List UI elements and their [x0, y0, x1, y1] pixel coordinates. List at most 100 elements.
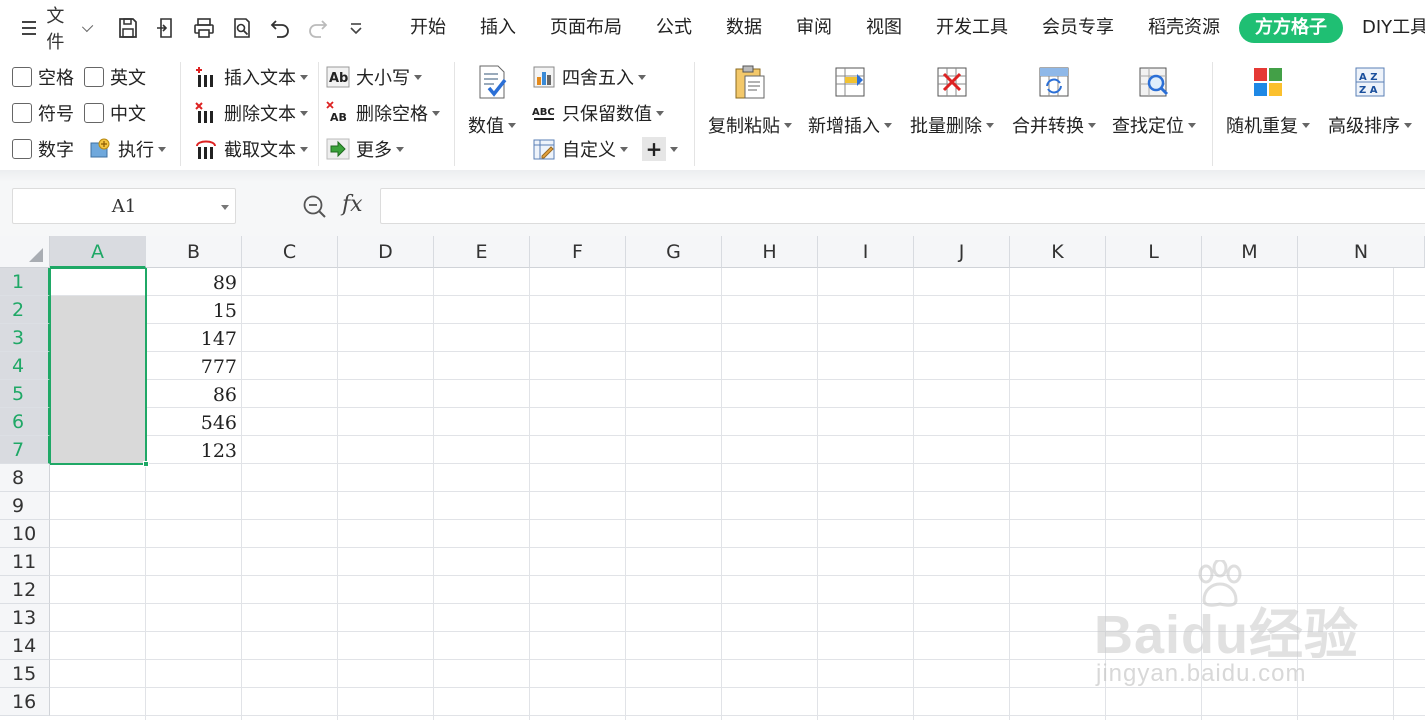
zoom-icon[interactable]	[302, 194, 328, 220]
undo-button[interactable]	[261, 8, 299, 48]
column-header-b[interactable]: B	[146, 236, 242, 268]
numeric-button[interactable]: 数值	[468, 64, 516, 138]
cell-b7[interactable]: 123	[146, 436, 240, 464]
row-header-1[interactable]: 1	[0, 268, 50, 296]
file-menu-button[interactable]: 文件	[0, 0, 103, 56]
tab-data[interactable]: 数据	[709, 13, 779, 43]
column-header-a[interactable]: A	[50, 236, 146, 268]
name-box[interactable]: A1	[12, 188, 236, 224]
export-pdf-button[interactable]	[147, 8, 185, 48]
tab-docer[interactable]: 稻壳资源	[1131, 13, 1237, 43]
case-button[interactable]: Ab 大小写	[326, 62, 422, 92]
row-header-5[interactable]: 5	[0, 380, 50, 408]
column-header-i[interactable]: I	[818, 236, 914, 268]
row-header-14[interactable]: 14	[0, 632, 50, 660]
row-header-10[interactable]: 10	[0, 520, 50, 548]
insert-text-button[interactable]: 插入文本	[194, 62, 308, 92]
copy-paste-label: 复制粘贴	[708, 116, 780, 137]
column-header-k[interactable]: K	[1010, 236, 1106, 268]
case-label: 大小写	[356, 68, 410, 89]
print-preview-button[interactable]	[223, 8, 261, 48]
copy-paste-button[interactable]: 复制粘贴	[708, 64, 792, 138]
cell-b1[interactable]: 89	[146, 268, 240, 296]
row-header-6[interactable]: 6	[0, 408, 50, 436]
row-header-15[interactable]: 15	[0, 660, 50, 688]
tab-fangfang-gezi[interactable]: 方方格子	[1239, 13, 1343, 43]
file-menu-label: 文件	[46, 6, 65, 53]
chinese-checkbox[interactable]: 中文	[84, 98, 146, 128]
tab-insert[interactable]: 插入	[463, 13, 533, 43]
cell-b2[interactable]: 15	[146, 296, 240, 324]
row-header-2[interactable]: 2	[0, 296, 50, 324]
symbol-checkbox[interactable]: 符号	[12, 98, 74, 128]
cell-b6[interactable]: 546	[146, 408, 240, 436]
cut-text-button[interactable]: 截取文本	[194, 134, 308, 164]
number-checkbox[interactable]: 数字	[12, 134, 74, 164]
tab-diy-toolbox[interactable]: DIY工具箱	[1345, 13, 1425, 43]
caret-icon	[1404, 122, 1412, 128]
tab-developer[interactable]: 开发工具	[919, 13, 1025, 43]
custom-button[interactable]: 自定义	[532, 134, 628, 164]
tab-member[interactable]: 会员专享	[1025, 13, 1131, 43]
row-header-11[interactable]: 11	[0, 548, 50, 576]
round-label: 四舍五入	[562, 68, 634, 89]
execute-button[interactable]: 执行	[88, 134, 166, 164]
row-header-12[interactable]: 12	[0, 576, 50, 604]
round-button[interactable]: 四舍五入	[532, 62, 646, 92]
row-header-3[interactable]: 3	[0, 324, 50, 352]
plus-dropdown-button[interactable]: +	[642, 134, 678, 164]
tab-formulas[interactable]: 公式	[639, 13, 709, 43]
select-all-button[interactable]	[0, 236, 50, 268]
merge-convert-button[interactable]: 合并转换	[1012, 64, 1096, 138]
delete-space-icon: AB	[326, 101, 347, 124]
row-header-7[interactable]: 7	[0, 436, 50, 464]
row-header-8[interactable]: 8	[0, 464, 50, 492]
merge-convert-icon	[1039, 67, 1069, 97]
fx-icon[interactable]: fx	[342, 192, 363, 217]
english-checkbox[interactable]: 英文	[84, 62, 146, 92]
random-repeat-button[interactable]: 随机重复	[1226, 64, 1310, 138]
cell-area[interactable]	[50, 268, 1425, 720]
row-header-16[interactable]: 16	[0, 688, 50, 716]
cell-b3[interactable]: 147	[146, 324, 240, 352]
space-checkbox[interactable]: 空格	[12, 62, 74, 92]
column-header-j[interactable]: J	[914, 236, 1010, 268]
column-header-l[interactable]: L	[1106, 236, 1202, 268]
cell-b5[interactable]: 86	[146, 380, 240, 408]
tab-review[interactable]: 审阅	[779, 13, 849, 43]
more-button[interactable]: 更多	[326, 134, 404, 164]
delete-space-button[interactable]: AB 删除空格	[326, 98, 440, 128]
batch-delete-button[interactable]: 批量删除	[910, 64, 994, 138]
tab-view[interactable]: 视图	[849, 13, 919, 43]
column-header-f[interactable]: F	[530, 236, 626, 268]
column-header-e[interactable]: E	[434, 236, 530, 268]
column-header-c[interactable]: C	[242, 236, 338, 268]
save-button[interactable]	[109, 8, 147, 48]
advanced-sort-button[interactable]: A Z Z A 高级排序	[1328, 64, 1412, 138]
cell-b4[interactable]: 777	[146, 352, 240, 380]
formula-input[interactable]	[380, 188, 1425, 224]
caret-icon	[221, 205, 229, 210]
customize-toolbar-button[interactable]	[337, 8, 375, 48]
column-header-d[interactable]: D	[338, 236, 434, 268]
tab-page-layout[interactable]: 页面布局	[533, 13, 639, 43]
row-header-13[interactable]: 13	[0, 604, 50, 632]
caret-icon	[1188, 122, 1196, 128]
formula-bar: A1 fx	[0, 182, 1425, 236]
row-header-4[interactable]: 4	[0, 352, 50, 380]
keep-numeric-button[interactable]: ABC 只保留数值	[532, 98, 664, 128]
redo-button[interactable]	[299, 8, 337, 48]
svg-text:A Z: A Z	[1359, 72, 1377, 83]
new-insert-button[interactable]: 新增插入	[808, 64, 892, 138]
find-locate-button[interactable]: 查找定位	[1112, 64, 1196, 138]
delete-text-button[interactable]: 删除文本	[194, 98, 308, 128]
column-header-g[interactable]: G	[626, 236, 722, 268]
row-header-9[interactable]: 9	[0, 492, 50, 520]
tab-home[interactable]: 开始	[393, 13, 463, 43]
column-header-n[interactable]: N	[1298, 236, 1425, 268]
print-button[interactable]	[185, 8, 223, 48]
checkbox-box	[12, 103, 32, 123]
svg-text:AB: AB	[330, 111, 347, 124]
column-header-h[interactable]: H	[722, 236, 818, 268]
column-header-m[interactable]: M	[1202, 236, 1298, 268]
